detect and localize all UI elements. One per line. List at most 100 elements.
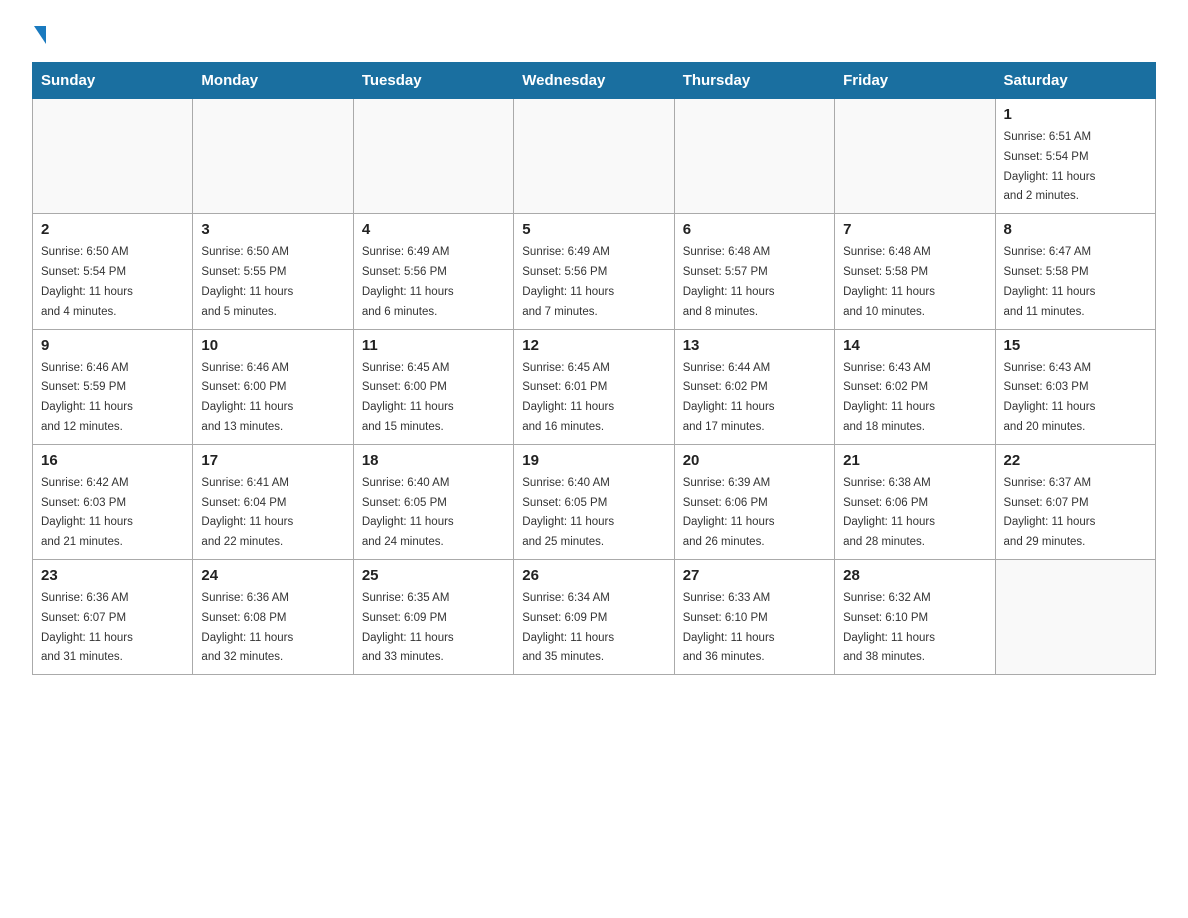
page-header xyxy=(32,24,1156,44)
day-number: 3 xyxy=(201,221,344,238)
weekday-header-tuesday: Tuesday xyxy=(353,63,513,99)
day-number: 14 xyxy=(843,337,986,354)
calendar-cell: 22 Sunrise: 6:37 AMSunset: 6:07 PMDayligh… xyxy=(995,444,1155,559)
calendar-cell: 23Sunrise: 6:36 AMSunset: 6:07 PMDayligh… xyxy=(33,560,193,675)
day-number: 20 xyxy=(683,452,826,469)
weekday-header-monday: Monday xyxy=(193,63,353,99)
logo-arrow-icon xyxy=(34,26,46,44)
calendar-cell: 25 Sunrise: 6:35 AMSunset: 6:09 PMDayligh… xyxy=(353,560,513,675)
day-info: Sunrise: 6:36 AMSunset: 6:08 PMDaylight:… xyxy=(201,592,293,663)
day-number: 28 xyxy=(843,567,986,584)
day-number: 21 xyxy=(843,452,986,469)
calendar-cell: 4 Sunrise: 6:49 AMSunset: 5:56 PMDaylight… xyxy=(353,214,513,329)
day-info: Sunrise: 6:49 AMSunset: 5:56 PMDaylight:… xyxy=(522,246,614,317)
calendar-cell: 12 Sunrise: 6:45 AMSunset: 6:01 PMDayligh… xyxy=(514,329,674,444)
day-info: Sunrise: 6:45 AMSunset: 6:00 PMDaylight:… xyxy=(362,362,454,433)
calendar-cell: 9 Sunrise: 6:46 AMSunset: 5:59 PMDaylight… xyxy=(33,329,193,444)
day-info: Sunrise: 6:33 AMSunset: 6:10 PMDaylight:… xyxy=(683,592,775,663)
day-number: 19 xyxy=(522,452,665,469)
day-info: Sunrise: 6:35 AMSunset: 6:09 PMDaylight:… xyxy=(362,592,454,663)
week-row-5: 23Sunrise: 6:36 AMSunset: 6:07 PMDayligh… xyxy=(33,560,1156,675)
day-info: Sunrise: 6:46 AMSunset: 6:00 PMDaylight:… xyxy=(201,362,293,433)
day-number: 11 xyxy=(362,337,505,354)
day-number: 25 xyxy=(362,567,505,584)
day-info: Sunrise: 6:45 AMSunset: 6:01 PMDaylight:… xyxy=(522,362,614,433)
calendar-cell: 17 Sunrise: 6:41 AMSunset: 6:04 PMDayligh… xyxy=(193,444,353,559)
weekday-header-row: SundayMondayTuesdayWednesdayThursdayFrid… xyxy=(33,63,1156,99)
day-info: Sunrise: 6:50 AMSunset: 5:55 PMDaylight:… xyxy=(201,246,293,317)
day-number: 10 xyxy=(201,337,344,354)
day-number: 22 xyxy=(1004,452,1147,469)
day-number: 5 xyxy=(522,221,665,238)
calendar-cell: 11 Sunrise: 6:45 AMSunset: 6:00 PMDayligh… xyxy=(353,329,513,444)
calendar-cell: 2 Sunrise: 6:50 AMSunset: 5:54 PMDaylight… xyxy=(33,214,193,329)
day-number: 8 xyxy=(1004,221,1147,238)
calendar-cell: 19Sunrise: 6:40 AMSunset: 6:05 PMDayligh… xyxy=(514,444,674,559)
calendar-cell: 15 Sunrise: 6:43 AMSunset: 6:03 PMDayligh… xyxy=(995,329,1155,444)
week-row-1: 1 Sunrise: 6:51 AMSunset: 5:54 PMDaylight… xyxy=(33,99,1156,214)
day-number: 18 xyxy=(362,452,505,469)
day-info: Sunrise: 6:49 AMSunset: 5:56 PMDaylight:… xyxy=(362,246,454,317)
day-info: Sunrise: 6:50 AMSunset: 5:54 PMDaylight:… xyxy=(41,246,133,317)
day-number: 1 xyxy=(1004,106,1147,123)
day-number: 13 xyxy=(683,337,826,354)
calendar-cell: 21 Sunrise: 6:38 AMSunset: 6:06 PMDayligh… xyxy=(835,444,995,559)
day-number: 15 xyxy=(1004,337,1147,354)
calendar-cell xyxy=(353,99,513,214)
day-info: Sunrise: 6:34 AMSunset: 6:09 PMDaylight:… xyxy=(522,592,614,663)
day-info: Sunrise: 6:39 AMSunset: 6:06 PMDaylight:… xyxy=(683,477,775,548)
day-number: 6 xyxy=(683,221,826,238)
day-info: Sunrise: 6:40 AMSunset: 6:05 PMDaylight:… xyxy=(362,477,454,548)
weekday-header-thursday: Thursday xyxy=(674,63,834,99)
calendar-cell: 20 Sunrise: 6:39 AMSunset: 6:06 PMDayligh… xyxy=(674,444,834,559)
calendar-cell xyxy=(193,99,353,214)
calendar-table: SundayMondayTuesdayWednesdayThursdayFrid… xyxy=(32,62,1156,675)
day-info: Sunrise: 6:47 AMSunset: 5:58 PMDaylight:… xyxy=(1004,246,1096,317)
day-number: 4 xyxy=(362,221,505,238)
day-number: 2 xyxy=(41,221,184,238)
day-info: Sunrise: 6:46 AMSunset: 5:59 PMDaylight:… xyxy=(41,362,133,433)
calendar-cell: 10 Sunrise: 6:46 AMSunset: 6:00 PMDayligh… xyxy=(193,329,353,444)
calendar-cell: 28 Sunrise: 6:32 AMSunset: 6:10 PMDayligh… xyxy=(835,560,995,675)
calendar-cell xyxy=(674,99,834,214)
day-info: Sunrise: 6:42 AMSunset: 6:03 PMDaylight:… xyxy=(41,477,133,548)
calendar-cell xyxy=(514,99,674,214)
day-number: 24 xyxy=(201,567,344,584)
calendar-cell: 18 Sunrise: 6:40 AMSunset: 6:05 PMDayligh… xyxy=(353,444,513,559)
calendar-cell xyxy=(835,99,995,214)
week-row-2: 2 Sunrise: 6:50 AMSunset: 5:54 PMDaylight… xyxy=(33,214,1156,329)
calendar-cell: 1 Sunrise: 6:51 AMSunset: 5:54 PMDaylight… xyxy=(995,99,1155,214)
day-info: Sunrise: 6:41 AMSunset: 6:04 PMDaylight:… xyxy=(201,477,293,548)
day-number: 27 xyxy=(683,567,826,584)
calendar-cell xyxy=(33,99,193,214)
calendar-cell: 5 Sunrise: 6:49 AMSunset: 5:56 PMDaylight… xyxy=(514,214,674,329)
calendar-cell: 26 Sunrise: 6:34 AMSunset: 6:09 PMDayligh… xyxy=(514,560,674,675)
day-number: 9 xyxy=(41,337,184,354)
weekday-header-wednesday: Wednesday xyxy=(514,63,674,99)
calendar-cell: 27 Sunrise: 6:33 AMSunset: 6:10 PMDayligh… xyxy=(674,560,834,675)
day-info: Sunrise: 6:48 AMSunset: 5:58 PMDaylight:… xyxy=(843,246,935,317)
weekday-header-friday: Friday xyxy=(835,63,995,99)
day-number: 26 xyxy=(522,567,665,584)
logo xyxy=(32,24,46,44)
day-info: Sunrise: 6:32 AMSunset: 6:10 PMDaylight:… xyxy=(843,592,935,663)
calendar-cell: 24 Sunrise: 6:36 AMSunset: 6:08 PMDayligh… xyxy=(193,560,353,675)
calendar-cell: 8 Sunrise: 6:47 AMSunset: 5:58 PMDaylight… xyxy=(995,214,1155,329)
calendar-cell: 7Sunrise: 6:48 AMSunset: 5:58 PMDaylight… xyxy=(835,214,995,329)
weekday-header-saturday: Saturday xyxy=(995,63,1155,99)
day-info: Sunrise: 6:43 AMSunset: 6:02 PMDaylight:… xyxy=(843,362,935,433)
day-number: 17 xyxy=(201,452,344,469)
week-row-4: 16Sunrise: 6:42 AMSunset: 6:03 PMDayligh… xyxy=(33,444,1156,559)
calendar-cell: 6 Sunrise: 6:48 AMSunset: 5:57 PMDaylight… xyxy=(674,214,834,329)
calendar-cell xyxy=(995,560,1155,675)
day-info: Sunrise: 6:51 AMSunset: 5:54 PMDaylight:… xyxy=(1004,131,1096,202)
day-info: Sunrise: 6:43 AMSunset: 6:03 PMDaylight:… xyxy=(1004,362,1096,433)
day-info: Sunrise: 6:37 AMSunset: 6:07 PMDaylight:… xyxy=(1004,477,1096,548)
day-number: 23 xyxy=(41,567,184,584)
day-number: 12 xyxy=(522,337,665,354)
day-info: Sunrise: 6:38 AMSunset: 6:06 PMDaylight:… xyxy=(843,477,935,548)
weekday-header-sunday: Sunday xyxy=(33,63,193,99)
calendar-cell: 14 Sunrise: 6:43 AMSunset: 6:02 PMDayligh… xyxy=(835,329,995,444)
day-info: Sunrise: 6:48 AMSunset: 5:57 PMDaylight:… xyxy=(683,246,775,317)
calendar-cell: 16Sunrise: 6:42 AMSunset: 6:03 PMDayligh… xyxy=(33,444,193,559)
